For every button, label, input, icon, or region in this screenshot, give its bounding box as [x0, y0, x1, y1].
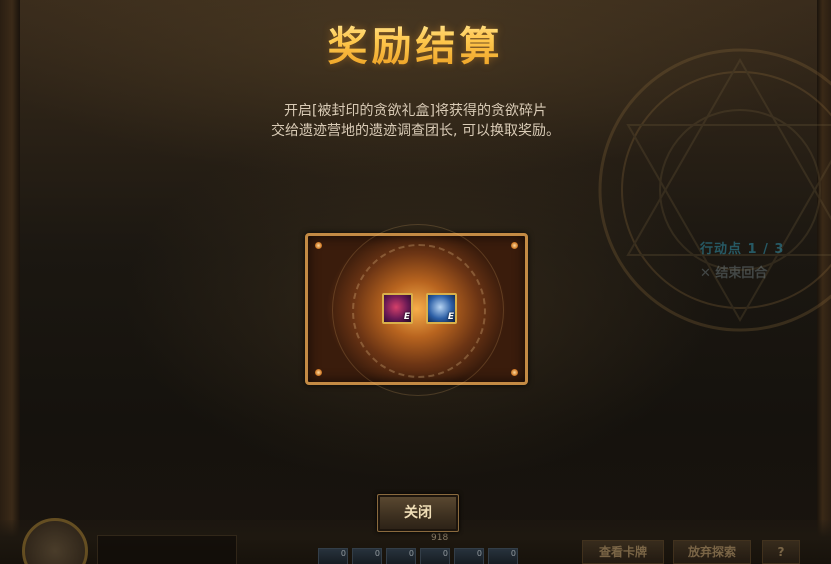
- status-box: [97, 535, 237, 564]
- description-line-1: 开启[被封印的贪欲礼盒]将获得的贪欲碎片: [284, 103, 547, 119]
- slot-count: 0: [340, 549, 346, 558]
- reward-settlement-title: 奖励结算: [0, 14, 831, 72]
- check-cards-button[interactable]: 查看卡牌: [582, 540, 664, 564]
- action-points-label: 行动点 1 / 3: [700, 242, 785, 257]
- crimson-orb-item-icon[interactable]: E: [382, 293, 413, 324]
- slot-count: 0: [442, 549, 448, 558]
- resource-count: 918: [431, 533, 449, 543]
- left-frame-border: [0, 0, 20, 564]
- description-line-2: 交给遗迹营地的遗迹调查团长, 可以换取奖励。: [271, 123, 560, 139]
- panel-ring-decoration: [351, 244, 486, 378]
- slot-count: 0: [374, 549, 380, 558]
- help-button[interactable]: ?: [762, 540, 800, 564]
- blue-crystal-item-icon[interactable]: E: [426, 293, 457, 324]
- corner-rivet-icon: [315, 369, 322, 376]
- reward-description: 开启[被封印的贪欲礼盒]将获得的贪欲碎片 交给遗迹营地的遗迹调查团长, 可以换取…: [0, 101, 831, 141]
- end-turn-label: ✕ 结束回合: [700, 266, 768, 281]
- slot-count: 0: [510, 549, 516, 558]
- magic-circle-decoration: [598, 48, 831, 332]
- skill-slot[interactable]: 0: [352, 548, 382, 564]
- skill-slot[interactable]: 0: [420, 548, 450, 564]
- skill-slot[interactable]: 0: [454, 548, 484, 564]
- item-tag: E: [447, 312, 454, 322]
- give-up-button[interactable]: 放弃探索: [673, 540, 751, 564]
- close-button[interactable]: 关闭: [377, 494, 459, 532]
- corner-rivet-icon: [315, 242, 322, 249]
- slot-count: 0: [408, 549, 414, 558]
- corner-rivet-icon: [511, 369, 518, 376]
- skill-slot[interactable]: 0: [386, 548, 416, 564]
- reward-panel: E E: [305, 224, 528, 396]
- corner-rivet-icon: [511, 242, 518, 249]
- item-tag: E: [403, 312, 410, 322]
- skill-slot[interactable]: 0: [488, 548, 518, 564]
- skill-slot[interactable]: 0: [318, 548, 348, 564]
- slot-count: 0: [476, 549, 482, 558]
